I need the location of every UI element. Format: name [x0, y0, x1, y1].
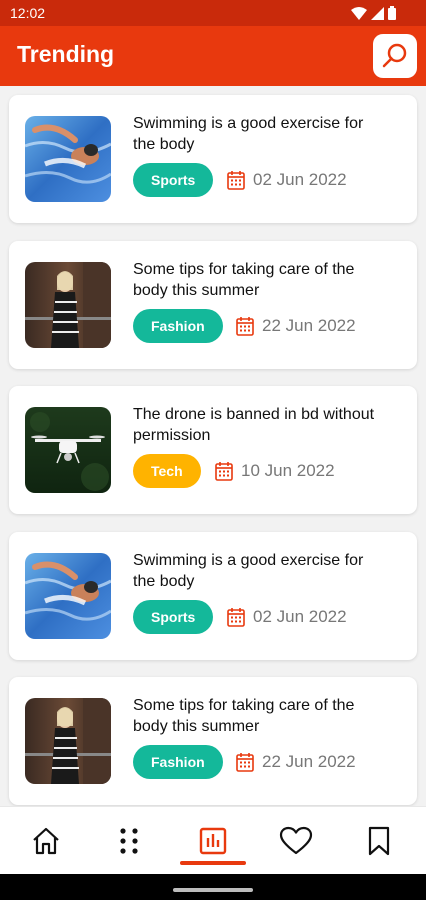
article-thumbnail — [25, 552, 111, 639]
calendar-icon — [236, 316, 254, 336]
nav-apps[interactable] — [111, 823, 147, 859]
heart-icon — [279, 826, 313, 855]
category-badge[interactable]: Fashion — [133, 308, 223, 343]
search-button[interactable] — [373, 34, 417, 78]
wifi-icon — [351, 6, 367, 20]
calendar-icon — [236, 753, 254, 772]
home-icon — [33, 827, 59, 855]
apps-icon — [120, 828, 138, 854]
trending-chart-icon — [199, 827, 227, 855]
calendar-icon — [227, 607, 245, 627]
bookmark-icon — [368, 826, 390, 856]
status-icons — [351, 6, 396, 20]
article-title: Swimming is a good exercise for the body — [133, 115, 364, 153]
article-thumbnail — [25, 407, 111, 493]
article-date: 22 Jun 2022 — [236, 316, 356, 336]
article-date-text: 22 Jun 2022 — [262, 752, 356, 771]
article-title: Some tips for taking care of the body th… — [133, 260, 355, 299]
article-thumbnail — [25, 116, 111, 202]
nav-bookmarks[interactable] — [361, 823, 397, 859]
page-title: Trending — [17, 41, 115, 67]
article-card[interactable]: Some tips for taking care of the body th… — [9, 240, 417, 369]
search-icon — [382, 43, 407, 68]
status-bar: 12:02 — [0, 0, 426, 26]
article-date: 22 Jun 2022 — [236, 752, 356, 772]
battery-icon — [388, 6, 396, 20]
nav-favorites[interactable] — [278, 823, 314, 859]
signal-icon — [371, 6, 384, 20]
bottom-nav — [0, 806, 426, 874]
category-badge[interactable]: Sports — [133, 163, 214, 197]
category-badge[interactable]: Tech — [133, 454, 201, 488]
article-date-text: 02 Jun 2022 — [253, 170, 347, 189]
calendar-icon — [227, 171, 245, 190]
article-date: 10 Jun 2022 — [215, 461, 335, 481]
article-title: Some tips for taking care of the body th… — [133, 697, 355, 735]
active-tab-indicator — [180, 861, 246, 865]
home-gesture-handle[interactable] — [173, 888, 253, 892]
article-date-text: 22 Jun 2022 — [262, 315, 356, 335]
category-badge[interactable]: Sports — [133, 599, 214, 634]
article-date-text: 02 Jun 2022 — [253, 606, 347, 626]
article-card[interactable]: The drone is banned in bd without permis… — [9, 386, 417, 514]
article-card[interactable]: Swimming is a good exercise for the body… — [9, 95, 417, 223]
article-title: Swimming is a good exercise for the body — [133, 551, 364, 590]
article-date-text: 10 Jun 2022 — [241, 461, 335, 480]
article-list[interactable]: Swimming is a good exercise for the body… — [0, 86, 426, 806]
status-time: 12:02 — [10, 5, 46, 21]
nav-home[interactable] — [28, 823, 64, 859]
article-card[interactable]: Some tips for taking care of the body th… — [9, 677, 417, 805]
category-badge[interactable]: Fashion — [133, 745, 223, 779]
article-thumbnail — [25, 261, 111, 348]
article-date: 02 Jun 2022 — [227, 170, 347, 190]
article-title: The drone is banned in bd without permis… — [133, 406, 375, 444]
article-date: 02 Jun 2022 — [227, 607, 347, 627]
article-thumbnail — [25, 698, 111, 784]
system-gesture-bar — [0, 874, 426, 900]
calendar-icon — [215, 462, 233, 481]
article-card[interactable]: Swimming is a good exercise for the body… — [9, 531, 417, 660]
nav-trending[interactable] — [195, 823, 231, 859]
app-bar: Trending — [0, 26, 426, 86]
